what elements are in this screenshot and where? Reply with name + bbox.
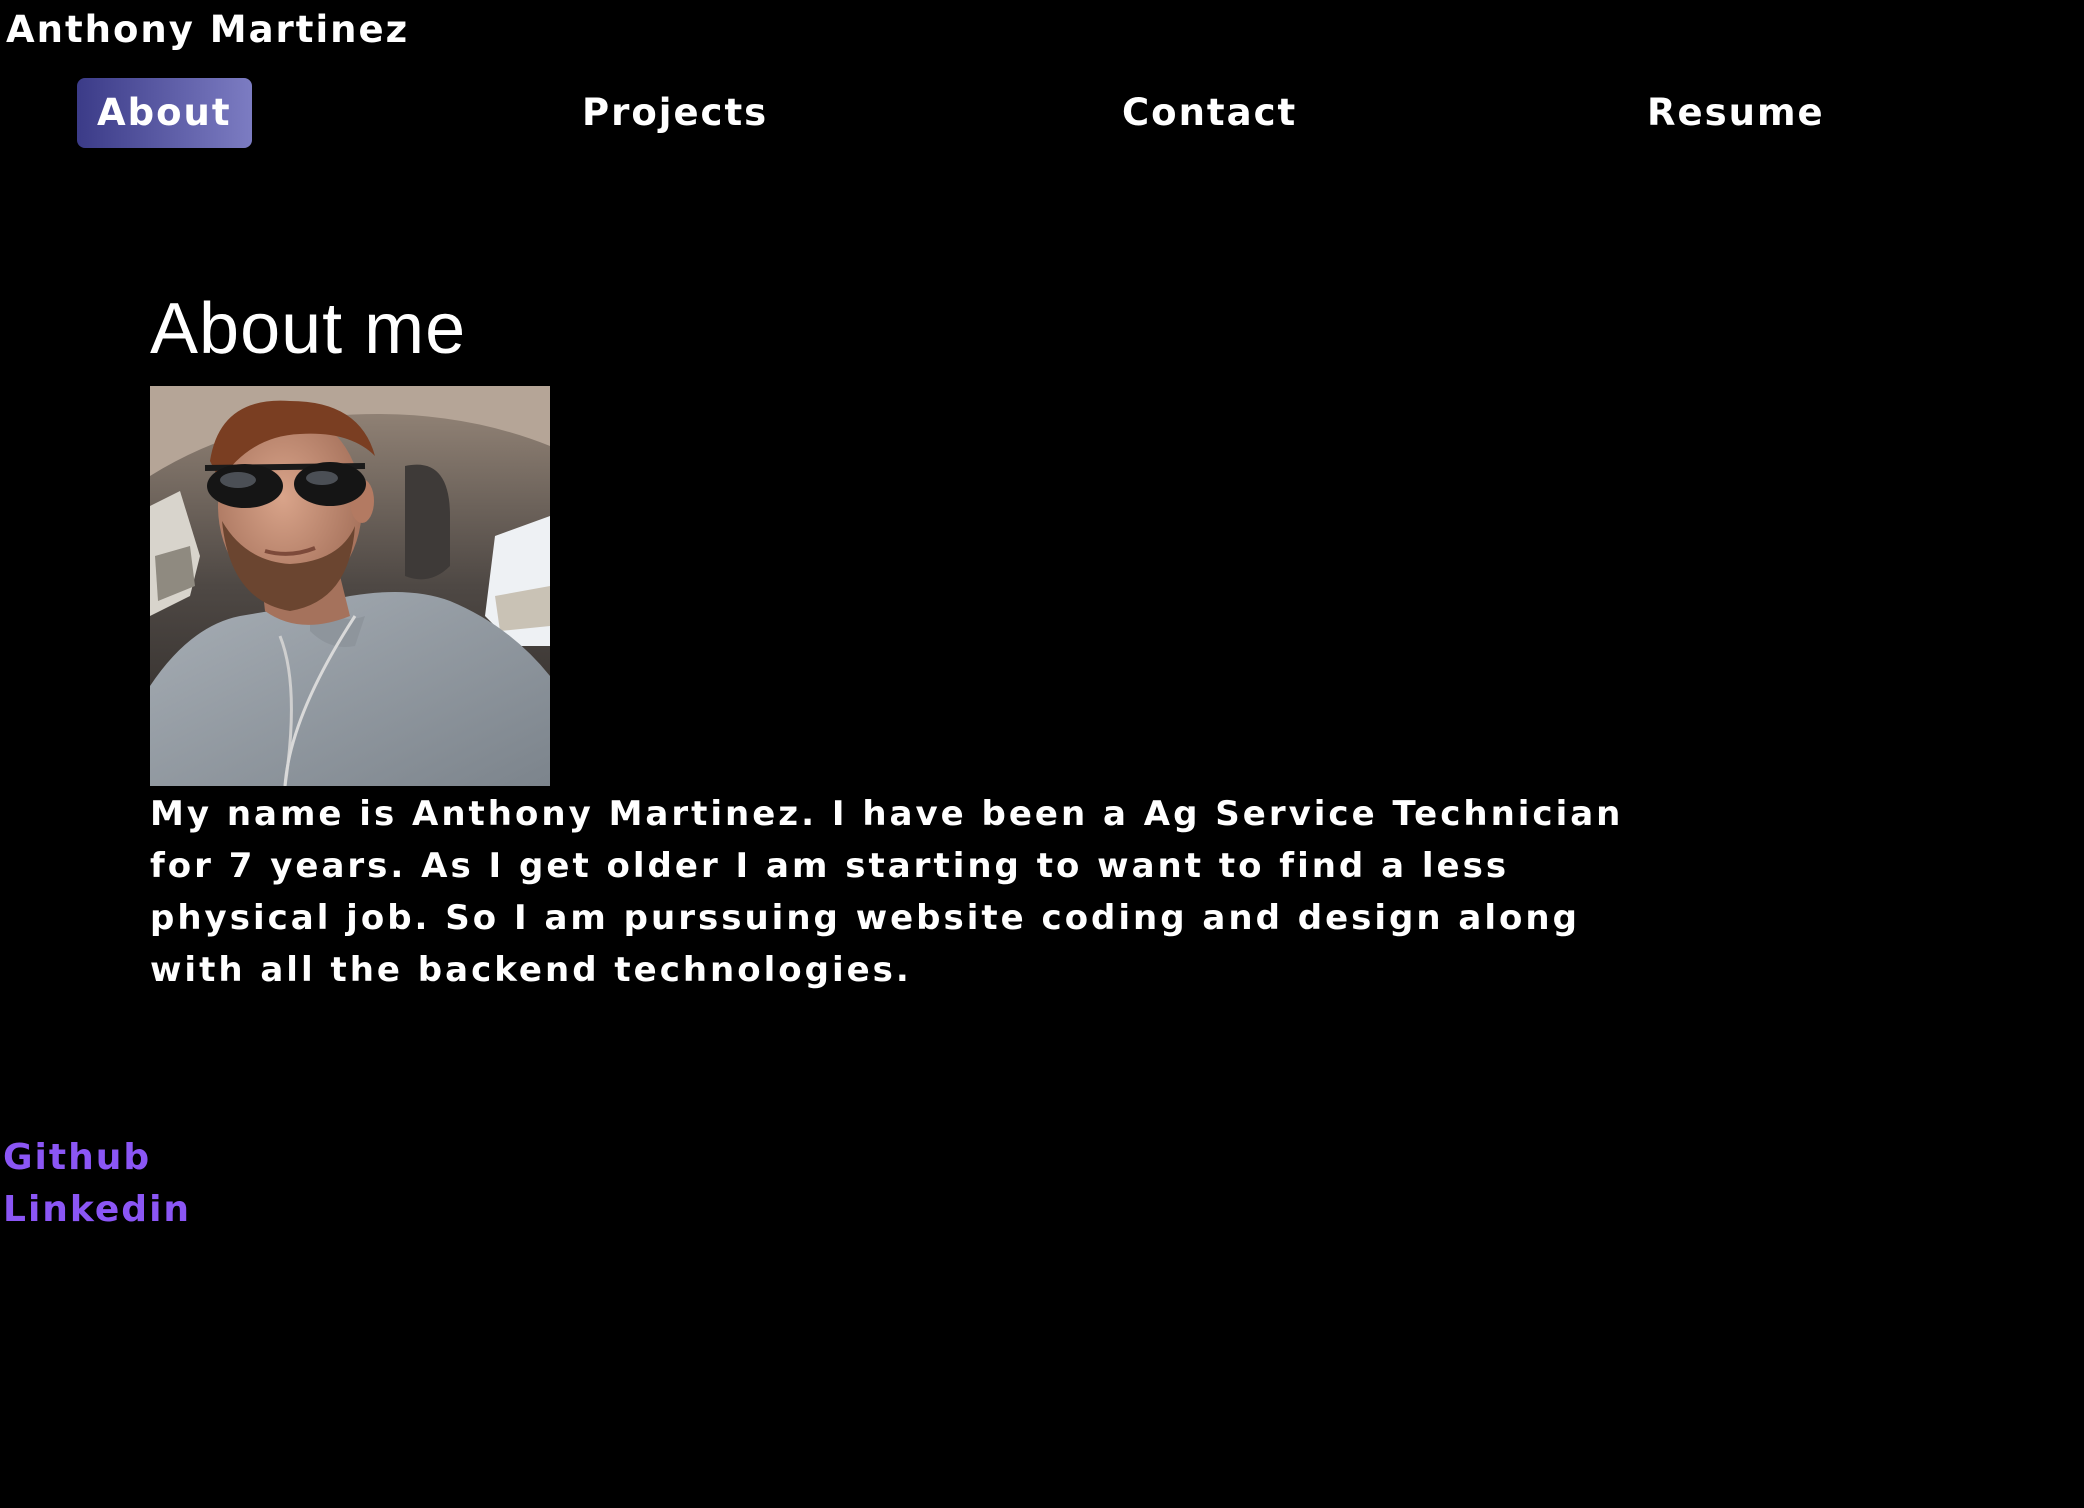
social-links: Github Linkedin [3, 1132, 191, 1236]
main-nav: About Projects Contact Resume [0, 78, 2084, 150]
site-name: Anthony Martinez [6, 8, 410, 51]
nav-resume[interactable]: Resume [1647, 78, 1825, 148]
profile-photo [150, 386, 550, 786]
nav-contact[interactable]: Contact [1122, 78, 1297, 148]
github-link[interactable]: Github [3, 1132, 191, 1184]
nav-about[interactable]: About [77, 78, 252, 148]
profile-photo-image [150, 386, 550, 786]
bio-text: My name is Anthony Martinez. I have been… [150, 794, 1624, 990]
linkedin-link[interactable]: Linkedin [3, 1184, 191, 1236]
nav-projects[interactable]: Projects [582, 78, 768, 148]
about-title: About me [150, 289, 467, 369]
